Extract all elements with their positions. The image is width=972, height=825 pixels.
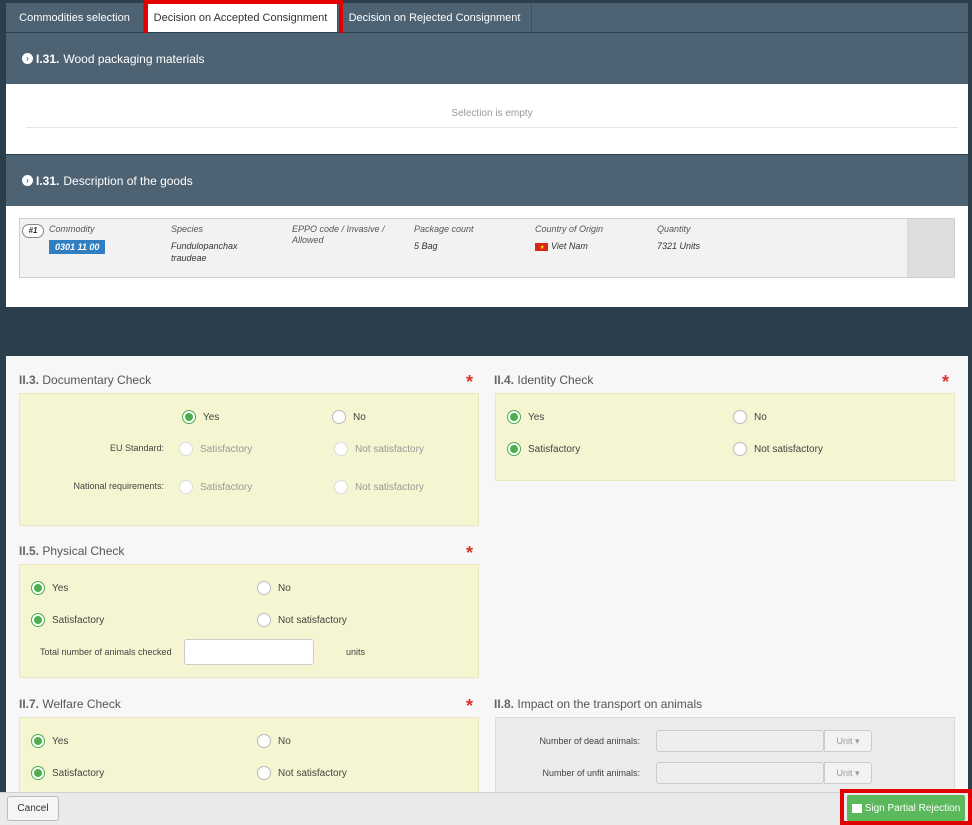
vietnam-flag-icon: [535, 242, 548, 254]
required-asterisk-icon: *: [942, 372, 950, 392]
species-column: Species Fundulopanchax traudeae: [171, 224, 281, 264]
package-column: Package count 5 Bag: [414, 224, 524, 252]
document-icon: [851, 803, 862, 813]
tab-commodities-selection[interactable]: Commodities selection: [6, 3, 144, 32]
units-label: units: [346, 647, 366, 657]
chevron-right-icon: ›: [22, 175, 33, 186]
welfare-not-satisfactory-radio[interactable]: Not satisfactory: [257, 766, 347, 780]
national-satisfactory-radio[interactable]: Satisfactory: [179, 480, 252, 494]
physical-check-title: II.5. Physical Check: [19, 544, 124, 558]
identity-satisfactory-radio[interactable]: Satisfactory: [507, 442, 580, 456]
quantity-value: 7321 Units: [657, 241, 701, 251]
documentary-code: II.3.: [19, 373, 40, 387]
commodity-label: Commodity: [49, 224, 95, 234]
checks-panel: II.3. Documentary Check * Yes No EU Stan…: [6, 356, 968, 792]
goods-index-badge: #1: [22, 224, 44, 238]
commodity-code-badge: 0301 11 00: [49, 240, 106, 254]
animals-checked-label: Total number of animals checked: [40, 647, 172, 657]
transport-code: II.8.: [494, 697, 515, 711]
physical-yes-radio[interactable]: Yes: [31, 581, 68, 595]
documentary-yes-radio[interactable]: Yes: [182, 410, 219, 424]
physical-check-box: Yes No Satisfactory Not satisfactory Tot…: [19, 564, 479, 678]
welfare-check-title: II.7. Welfare Check: [19, 697, 121, 711]
dead-animals-input[interactable]: [656, 730, 824, 752]
commodity-column: Commodity 0301 11 00: [49, 224, 159, 254]
identity-yes-radio[interactable]: Yes: [507, 410, 544, 424]
required-asterisk-icon: *: [466, 372, 474, 392]
welfare-satisfactory-radio[interactable]: Satisfactory: [31, 766, 104, 780]
package-count-value: 5 Bag: [414, 241, 438, 251]
tab-decision-rejected[interactable]: Decision on Rejected Consignment: [338, 3, 532, 32]
physical-no-radio[interactable]: No: [257, 581, 291, 595]
unfit-animals-unit-dropdown[interactable]: Unit ▾: [824, 762, 872, 784]
dead-animals-unit-dropdown[interactable]: Unit ▾: [824, 730, 872, 752]
footer-bar: Cancel Sign Partial Rejection: [0, 792, 972, 825]
cancel-button[interactable]: Cancel: [7, 796, 59, 821]
wood-section-code: I.31.: [36, 51, 60, 66]
quantity-label: Quantity: [657, 224, 691, 234]
documentary-no-radio[interactable]: No: [332, 410, 366, 424]
goods-row: #1 Commodity 0301 11 00 Species Fundulop…: [19, 218, 955, 278]
goods-description-header[interactable]: › I.31. Description of the goods: [6, 155, 968, 206]
welfare-check-box: Yes No Satisfactory Not satisfactory: [19, 717, 479, 792]
eu-satisfactory-radio[interactable]: Satisfactory: [179, 442, 252, 456]
required-asterisk-icon: *: [466, 696, 474, 716]
documentary-title: Documentary Check: [42, 373, 152, 387]
goods-panel: #1 Commodity 0301 11 00 Species Fundulop…: [6, 206, 968, 307]
national-not-satisfactory-radio[interactable]: Not satisfactory: [334, 480, 424, 494]
eu-not-satisfactory-radio[interactable]: Not satisfactory: [334, 442, 424, 456]
species-value-line2: traudeae: [171, 253, 207, 263]
row-actions-area: [907, 219, 954, 277]
welfare-no-radio[interactable]: No: [257, 734, 291, 748]
eu-standard-label: EU Standard:: [109, 443, 164, 453]
chevron-right-icon: ›: [22, 53, 33, 64]
national-requirements-label: National requirements:: [73, 481, 164, 491]
identity-check-title: II.4. Identity Check: [494, 373, 593, 387]
sign-partial-rejection-button[interactable]: Sign Partial Rejection: [847, 795, 965, 821]
origin-label: Country of Origin: [535, 224, 604, 234]
sign-button-label: Sign Partial Rejection: [864, 802, 961, 814]
unfit-animals-label: Number of unfit animals:: [542, 768, 640, 778]
animals-checked-input[interactable]: [184, 639, 314, 665]
transport-impact-box: Number of dead animals: Unit ▾ Number of…: [495, 717, 955, 792]
eppo-label: EPPO code / Invasive / Allowed: [292, 224, 385, 245]
welfare-yes-radio[interactable]: Yes: [31, 734, 68, 748]
eppo-column: EPPO code / Invasive / Allowed: [292, 224, 397, 251]
documentary-check-title: II.3. Documentary Check: [19, 373, 151, 387]
unfit-animals-input[interactable]: [656, 762, 824, 784]
identity-code: II.4.: [494, 373, 515, 387]
identity-not-satisfactory-radio[interactable]: Not satisfactory: [733, 442, 823, 456]
quantity-column: Quantity 7321 Units: [657, 224, 767, 252]
transport-impact-title: II.8. Impact on the transport on animals: [494, 697, 702, 711]
documentary-check-box: Yes No EU Standard: Satisfactory Not sat…: [19, 393, 479, 526]
species-label: Species: [171, 224, 204, 234]
empty-selection-text: Selection is empty: [26, 108, 958, 128]
goods-section-code: I.31.: [36, 173, 60, 188]
physical-title: Physical Check: [42, 544, 125, 558]
physical-code: II.5.: [19, 544, 40, 558]
species-value-line1: Fundulopanchax: [171, 241, 238, 251]
welfare-code: II.7.: [19, 697, 40, 711]
dead-animals-label: Number of dead animals:: [539, 736, 640, 746]
package-label: Package count: [414, 224, 474, 234]
wood-packaging-header[interactable]: › I.31. Wood packaging materials: [6, 33, 968, 84]
welfare-title: Welfare Check: [42, 697, 121, 711]
identity-check-box: Yes No Satisfactory Not satisfactory: [495, 393, 955, 481]
country-value: Viet Nam: [551, 241, 588, 251]
wood-section-title: Wood packaging materials: [63, 51, 205, 66]
required-asterisk-icon: *: [466, 543, 474, 563]
transport-title: Impact on the transport on animals: [517, 697, 703, 711]
goods-section-title: Description of the goods: [63, 173, 193, 188]
physical-satisfactory-radio[interactable]: Satisfactory: [31, 613, 104, 627]
tab-decision-accepted[interactable]: Decision on Accepted Consignment: [144, 3, 338, 32]
origin-column: Country of Origin Viet Nam: [535, 224, 645, 254]
wood-packaging-panel: Selection is empty: [6, 84, 968, 154]
tab-bar: Commodities selection Decision on Accept…: [6, 3, 968, 32]
physical-not-satisfactory-radio[interactable]: Not satisfactory: [257, 613, 347, 627]
identity-no-radio[interactable]: No: [733, 410, 767, 424]
identity-title: Identity Check: [517, 373, 594, 387]
